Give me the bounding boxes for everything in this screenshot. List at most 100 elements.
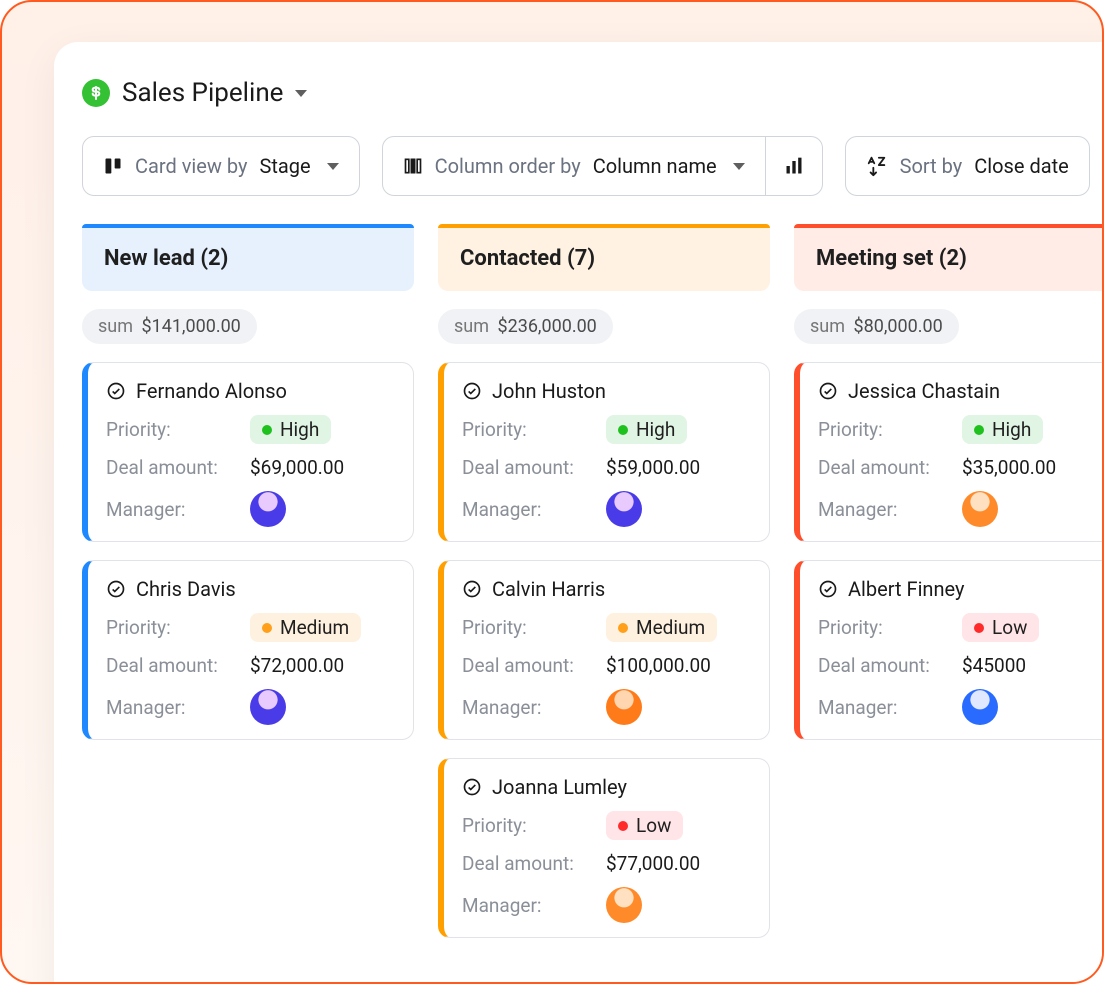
manager-row: Manager: (462, 491, 751, 527)
cardview-dropdown[interactable]: Card view by Stage (82, 136, 360, 196)
column-header[interactable]: Contacted (7) (438, 224, 770, 291)
colorder-dropdown[interactable]: Column order by Column name (382, 136, 766, 196)
column-sum: sum $141,000.00 (82, 309, 257, 344)
priority-row: Priority:Low (818, 613, 1104, 642)
amount-value: $100,000.00 (606, 654, 711, 677)
priority-chip: High (250, 415, 331, 444)
card-title-row: John Huston (462, 379, 751, 403)
sum-label: sum (810, 316, 845, 337)
columns-icon (403, 156, 423, 176)
manager-avatar[interactable] (250, 689, 286, 725)
deal-card[interactable]: Joanna Lumley Priority:Low Deal amount: $77… (438, 758, 770, 938)
priority-label: Priority: (106, 616, 232, 639)
column-sum-wrap: sum $141,000.00 (82, 309, 414, 344)
priority-value: High (992, 418, 1031, 441)
deal-card[interactable]: Jessica Chastain Priority: High Deal amount… (794, 362, 1104, 542)
chart-button[interactable] (766, 136, 823, 196)
sort-dropdown[interactable]: Sort by Close date (845, 136, 1090, 196)
deal-card[interactable]: Fernando Alonso Priority: High Deal amount:… (82, 362, 414, 542)
priority-chip: Medium (250, 613, 361, 642)
card-name: Chris Davis (136, 577, 236, 601)
card-name: John Huston (492, 379, 606, 403)
manager-avatar[interactable] (606, 689, 642, 725)
check-circle-icon (462, 381, 482, 401)
manager-avatar[interactable] (250, 491, 286, 527)
card-title-row: Joanna Lumley (462, 775, 751, 799)
priority-label: Priority: (818, 418, 944, 441)
app-frame: Sales Pipeline Card view by Stage Column… (0, 0, 1104, 984)
pipeline-title-text: Sales Pipeline (122, 78, 283, 108)
amount-value: $72,000.00 (250, 654, 344, 677)
dollar-icon (82, 79, 110, 107)
deal-card[interactable]: Chris Davis Priority: Medium Deal amount:$7… (82, 560, 414, 740)
manager-row: Manager: (106, 491, 395, 527)
amount-label: Deal amount: (462, 852, 588, 875)
check-circle-icon (462, 777, 482, 797)
amount-value: $77,000.00 (606, 852, 700, 875)
priority-dot-icon (262, 623, 272, 633)
check-circle-icon (106, 381, 126, 401)
app-panel: Sales Pipeline Card view by Stage Column… (54, 42, 1104, 984)
column-sum-wrap: sum $80,000.00 (794, 309, 1104, 344)
column-header[interactable]: Meeting set (2) (794, 224, 1104, 291)
priority-dot-icon (974, 425, 984, 435)
sort-value: Close date (974, 154, 1068, 178)
manager-label: Manager: (818, 696, 944, 719)
amount-row: Deal amount:$35,000.00 (818, 456, 1104, 479)
priority-label: Priority: (106, 418, 232, 441)
priority-label: Priority: (462, 418, 588, 441)
pipeline-title[interactable]: Sales Pipeline (82, 78, 1104, 108)
priority-row: Priority:Medium (462, 613, 751, 642)
deal-card[interactable]: Calvin HarrisPriority:MediumDeal amount:… (438, 560, 770, 740)
amount-row: Deal amount:$45000 (818, 654, 1104, 677)
deal-card[interactable]: John HustonPriority:HighDeal amount:$59,… (438, 362, 770, 542)
manager-label: Manager: (106, 696, 232, 719)
priority-dot-icon (618, 623, 628, 633)
check-circle-icon (818, 381, 838, 401)
priority-value: Low (992, 616, 1027, 639)
card-name: Albert Finney (848, 577, 964, 601)
manager-avatar[interactable] (606, 887, 642, 923)
manager-label: Manager: (462, 894, 588, 917)
amount-row: Deal amount:$72,000.00 (106, 654, 395, 677)
column-sum-wrap: sum $236,000.00 (438, 309, 770, 344)
manager-row: Manager: (818, 689, 1104, 725)
sum-label: sum (454, 316, 489, 337)
card-name: Joanna Lumley (492, 775, 627, 799)
check-circle-icon (818, 579, 838, 599)
manager-avatar[interactable] (606, 491, 642, 527)
priority-chip: High (962, 415, 1043, 444)
amount-label: Deal amount: (106, 456, 232, 479)
colorder-label: Column order by (435, 154, 581, 178)
priority-row: Priority:Low (462, 811, 751, 840)
priority-value: Medium (636, 616, 705, 639)
caret-down-icon (327, 163, 339, 170)
manager-label: Manager: (462, 498, 588, 521)
card-name: Jessica Chastain (848, 379, 1000, 403)
priority-dot-icon (262, 425, 272, 435)
priority-chip: Low (606, 811, 683, 840)
toolbar: Card view by Stage Column order by Colum… (82, 136, 1104, 196)
colorder-value: Column name (593, 154, 717, 178)
manager-row: Manager: (106, 689, 395, 725)
column-meeting_set: Meeting set (2) sum $80,000.00 Jessica Cha… (794, 224, 1104, 938)
sum-label: sum (98, 316, 133, 337)
card-name: Fernando Alonso (136, 379, 287, 403)
priority-value: Low (636, 814, 671, 837)
amount-row: Deal amount:$69,000.00 (106, 456, 395, 479)
bar-chart-icon (784, 156, 804, 176)
amount-label: Deal amount: (818, 456, 944, 479)
priority-value: High (636, 418, 675, 441)
card-name: Calvin Harris (492, 577, 605, 601)
manager-avatar[interactable] (962, 689, 998, 725)
card-title-row: Albert Finney (818, 577, 1104, 601)
deal-card[interactable]: Albert Finney Priority:Low Deal amount:$45… (794, 560, 1104, 740)
priority-row: Priority: Medium (106, 613, 395, 642)
column-header[interactable]: New lead (2) (82, 224, 414, 291)
priority-dot-icon (974, 623, 984, 633)
sum-value: $80,000.00 (853, 316, 942, 337)
priority-dot-icon (618, 821, 628, 831)
manager-avatar[interactable] (962, 491, 998, 527)
cardview-label: Card view by (135, 154, 247, 178)
caret-down-icon (733, 163, 745, 170)
